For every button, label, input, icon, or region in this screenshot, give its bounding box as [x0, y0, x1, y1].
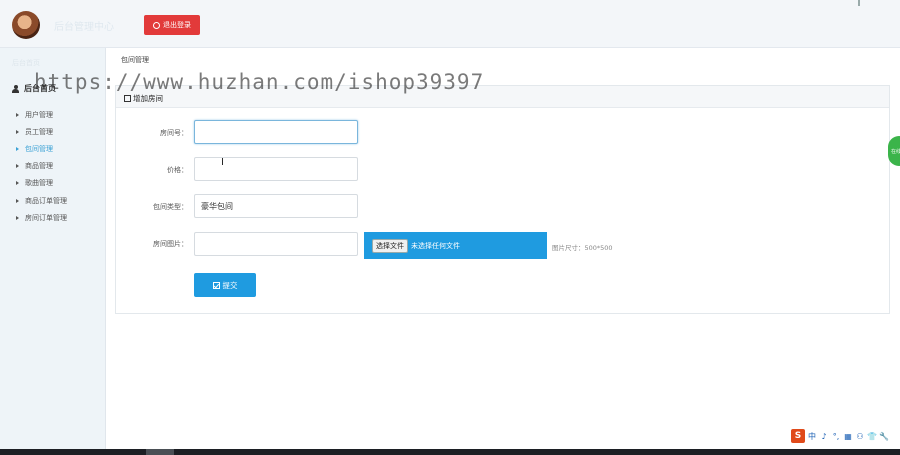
caret-right-icon: [16, 129, 19, 134]
sidebar-item-label: 包间管理: [25, 144, 53, 153]
price-label: 价格：: [167, 166, 188, 174]
sidebar-item-room-orders[interactable]: 房间订单管理: [16, 209, 67, 226]
power-icon: [153, 21, 160, 29]
avatar[interactable]: [12, 11, 40, 39]
submit-button[interactable]: 提交: [194, 273, 256, 297]
add-room-panel: 增加房间 房间号： 价格： 包间类型： 房间图片： 选择文件 未选择任何文件 图…: [115, 85, 890, 314]
taskbar-button[interactable]: [146, 449, 174, 455]
sidebar-item-users[interactable]: 用户管理: [16, 106, 67, 123]
logout-label: 退出登录: [163, 21, 191, 29]
panel-title: 增加房间: [124, 93, 163, 104]
logout-button[interactable]: 退出登录: [144, 15, 200, 35]
image-size-hint: 图片尺寸：500*500: [552, 244, 613, 252]
ime-toolbar: S 中 ♪ °, ▦ ⚇ 👕 🔧: [791, 428, 900, 444]
app-title: 后台管理中心: [54, 22, 114, 33]
panel-title-label: 增加房间: [133, 94, 163, 103]
room-no-input[interactable]: [194, 120, 358, 144]
wrench-icon[interactable]: 🔧: [879, 432, 889, 441]
file-upload[interactable]: 选择文件 未选择任何文件: [364, 232, 547, 259]
sidebar-head-label: 后台首页: [12, 59, 40, 67]
user-icon[interactable]: ⚇: [855, 432, 865, 441]
caret-right-icon: [16, 112, 19, 117]
room-no-label: 房间号：: [160, 129, 188, 137]
sidebar-item-label: 房间订单管理: [25, 213, 67, 222]
submit-label: 提交: [222, 280, 238, 290]
choose-file-button[interactable]: 选择文件: [372, 238, 408, 253]
edit-icon: [124, 95, 131, 102]
price-input[interactable]: [194, 157, 358, 181]
sidebar-item-label: 商品管理: [25, 162, 53, 171]
breadcrumb: 包间管理: [121, 56, 149, 64]
sidebar-item-product-orders[interactable]: 商品订单管理: [16, 192, 67, 209]
ime-logo[interactable]: S: [791, 429, 805, 443]
room-image-path-input[interactable]: [194, 232, 358, 256]
chat-bubble-label: 在线: [891, 148, 900, 155]
ime-mode-icon[interactable]: 中: [807, 431, 817, 442]
punctuation-icon[interactable]: °,: [831, 432, 841, 441]
sidebar-menu: 用户管理 员工管理 包间管理 商品管理 歌曲管理 商品订单管理 房间订单管理: [16, 106, 67, 226]
sidebar-item-songs[interactable]: 歌曲管理: [16, 175, 67, 192]
taskbar: [0, 449, 900, 455]
room-type-input[interactable]: [194, 194, 358, 218]
caret-right-icon: [16, 198, 19, 203]
caret-right-icon: [16, 215, 19, 220]
sidebar-item-products[interactable]: 商品管理: [16, 158, 67, 175]
keyboard-icon[interactable]: ▦: [843, 432, 853, 441]
sidebar-item-staff[interactable]: 员工管理: [16, 123, 67, 140]
text-cursor-icon: I: [221, 157, 224, 168]
online-chat-bubble[interactable]: 在线: [888, 136, 900, 166]
room-image-label: 房间图片：: [153, 240, 188, 248]
moon-icon[interactable]: ♪: [819, 432, 829, 441]
sidebar-item-label: 员工管理: [25, 127, 53, 136]
top-bar: 后台管理中心 退出登录: [0, 0, 900, 48]
sidebar-item-label: 歌曲管理: [25, 179, 53, 188]
file-status: 未选择任何文件: [411, 241, 460, 250]
caret-right-icon: [16, 164, 19, 169]
user-icon: [12, 84, 19, 93]
sidebar-item-rooms[interactable]: 包间管理: [16, 140, 67, 157]
check-square-icon: [212, 281, 220, 289]
scrollbar-handle[interactable]: [858, 0, 860, 6]
sidebar: 后台首页 后台首页 用户管理 员工管理 包间管理 商品管理 歌曲管理 商品订单管…: [0, 48, 106, 455]
caret-right-icon: [16, 146, 19, 151]
caret-right-icon: [16, 181, 19, 186]
skin-icon[interactable]: 👕: [867, 432, 877, 441]
room-type-label: 包间类型：: [153, 203, 188, 211]
sidebar-item-label: 商品订单管理: [25, 196, 67, 205]
watermark: https://www.huzhan.com/ishop39397: [34, 70, 485, 94]
sidebar-item-label: 用户管理: [25, 110, 53, 119]
